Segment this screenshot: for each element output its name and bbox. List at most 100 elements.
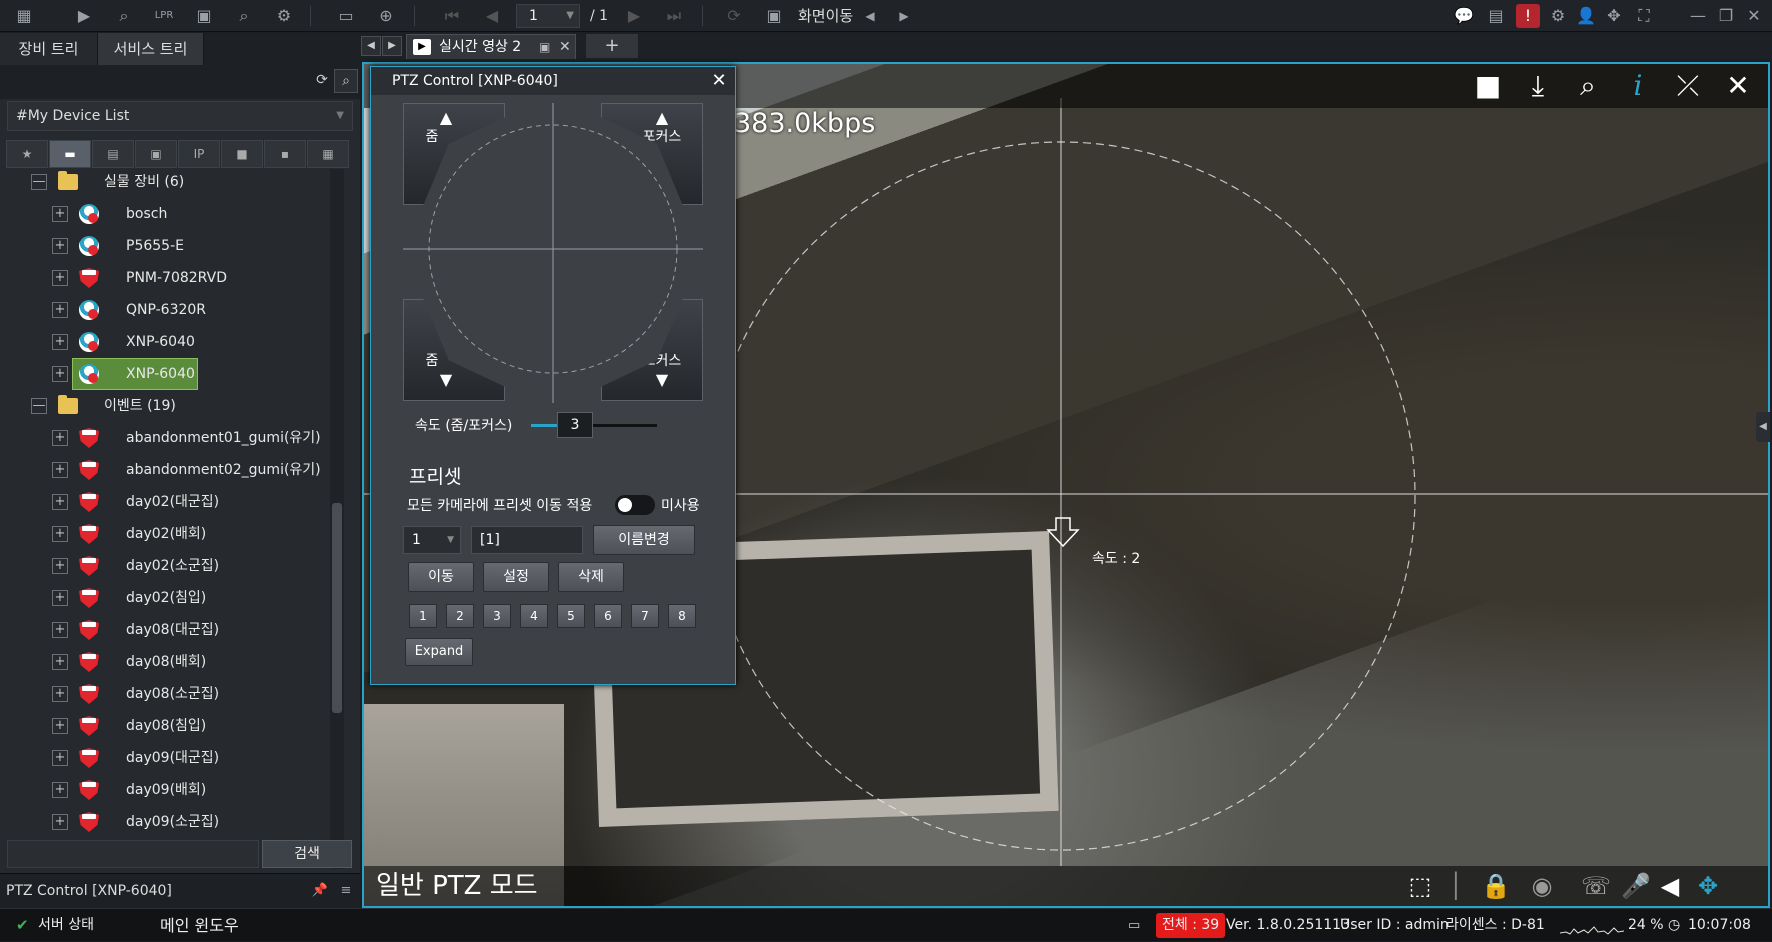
close-icon[interactable]: ✕	[1742, 4, 1766, 28]
rename-button[interactable]: 이름변경	[593, 525, 695, 555]
info-icon[interactable]: i	[1618, 66, 1658, 106]
chat-icon[interactable]: 💬	[1452, 4, 1476, 28]
tab-device-tree[interactable]: 장비 트리	[0, 33, 98, 65]
expand-icon[interactable]: +	[52, 718, 68, 734]
server-status[interactable]: 서버 상태	[38, 909, 94, 942]
event-search-icon[interactable]: ⌕	[232, 4, 256, 28]
expand-icon[interactable]: +	[52, 590, 68, 606]
screen-prev-icon[interactable]: ◀	[858, 4, 882, 28]
expand-icon[interactable]: +	[52, 622, 68, 638]
call-icon[interactable]: ☏	[1578, 866, 1614, 906]
tree-item[interactable]: + PNM-7082RVD	[0, 262, 336, 294]
tree-item[interactable]: + day08(배회)	[0, 646, 336, 678]
first-page-icon[interactable]: ⏮	[440, 4, 464, 28]
ptz-pad[interactable]: ▲ 줌 ▲ 포커스 줌 ▼ 포커스 ▼	[403, 103, 703, 403]
expand-icon[interactable]: +	[52, 366, 68, 382]
expand-icon[interactable]: +	[52, 334, 68, 350]
page-number-select[interactable]: 1 ▼	[516, 4, 580, 28]
favorites-tab-icon[interactable]: ★	[6, 140, 48, 168]
gear-icon[interactable]: ⚙	[1546, 4, 1570, 28]
minimize-icon[interactable]: —	[1686, 4, 1710, 28]
move-button[interactable]: 이동	[408, 562, 474, 592]
shrink-icon[interactable]: ⤫	[1668, 66, 1708, 106]
fullscreen-icon[interactable]: ⛶	[1632, 4, 1656, 28]
ip-tab[interactable]: IP	[178, 140, 220, 168]
lpr-icon[interactable]: LPR	[152, 4, 176, 28]
tab-live-video-2[interactable]: ▶ 실시간 영상 2 ▣ ✕	[406, 34, 576, 59]
tree-item[interactable]: + day02(침입)	[0, 582, 336, 614]
expand-icon[interactable]: +	[52, 494, 68, 510]
tree-item[interactable]: + P5655-E	[0, 230, 336, 262]
zoom-icon[interactable]: ⌕	[1568, 66, 1608, 106]
expand-icon[interactable]: +	[52, 302, 68, 318]
screen-icon[interactable]: ▣	[762, 4, 786, 28]
tab-service-tree[interactable]: 서비스 트리	[98, 33, 204, 65]
tree-item[interactable]: + XNP-6040	[0, 326, 336, 358]
playback-search-icon[interactable]: ⌕	[112, 4, 136, 28]
expand-icon[interactable]: +	[52, 686, 68, 702]
tree-search-input[interactable]	[7, 840, 259, 868]
search-button[interactable]: 검색	[262, 840, 352, 868]
preset-name-input[interactable]: [1]	[471, 526, 583, 554]
live-video-icon[interactable]: ▶	[72, 4, 96, 28]
microphone-icon[interactable]: 🎤	[1618, 866, 1654, 906]
preset-1-button[interactable]: 1	[409, 604, 437, 628]
settings-search-icon[interactable]: ⚙	[272, 4, 296, 28]
side-panel-toggle-icon[interactable]: ◀	[1756, 412, 1770, 442]
preset-8-button[interactable]: 8	[668, 604, 696, 628]
grid-menu-icon[interactable]: ▦	[12, 4, 36, 28]
calendar-icon[interactable]: ▣	[192, 4, 216, 28]
tree-item-selected[interactable]: + XNP-6040	[0, 358, 336, 390]
device-list-select[interactable]: #My Device List ▼	[7, 101, 353, 131]
prev-page-icon[interactable]: ◀	[480, 4, 504, 28]
tree-item[interactable]: + abandonment01_gumi(유기)	[0, 422, 336, 454]
delete-button[interactable]: 삭제	[558, 562, 624, 592]
tree-item[interactable]: + day02(대군집)	[0, 486, 336, 518]
expand-icon[interactable]: +	[52, 558, 68, 574]
tree-item[interactable]: + day08(침입)	[0, 710, 336, 742]
refresh-icon[interactable]: ⟳	[310, 69, 334, 93]
expand-icon[interactable]: +	[52, 750, 68, 766]
tree-item[interactable]: + day09(배회)	[0, 774, 336, 806]
speed-slider[interactable]: 3	[531, 412, 657, 438]
alarm-icon[interactable]: !	[1516, 4, 1540, 28]
ptz-move-icon[interactable]: ✥	[1690, 866, 1726, 906]
expand-icon[interactable]: +	[52, 206, 68, 222]
search-icon[interactable]: ⌕	[334, 69, 358, 93]
area-zoom-icon[interactable]: ⬚	[1402, 866, 1438, 906]
tree-item[interactable]: + day08(대군집)	[0, 614, 336, 646]
preset-6-button[interactable]: 6	[594, 604, 622, 628]
tree-item[interactable]: + day02(배회)	[0, 518, 336, 550]
tab-scroll-right-icon[interactable]: ▶	[382, 36, 402, 56]
tab-scroll-left-icon[interactable]: ◀	[361, 36, 381, 56]
server-tab-icon[interactable]: ▤	[92, 140, 134, 168]
expand-icon[interactable]: +	[52, 462, 68, 478]
refresh-layout-icon[interactable]: ⟳	[722, 4, 746, 28]
total-events-badge[interactable]: 전체 : 39	[1156, 913, 1226, 938]
expand-icon[interactable]: +	[52, 654, 68, 670]
tab-close-icon[interactable]: ✕	[559, 35, 571, 59]
preset-3-button[interactable]: 3	[483, 604, 511, 628]
move-icon[interactable]: ✥	[1602, 4, 1626, 28]
preset-5-button[interactable]: 5	[557, 604, 585, 628]
menu-icon[interactable]: ≡	[334, 879, 358, 903]
message-icon[interactable]: ▤	[1484, 4, 1508, 28]
preset-4-button[interactable]: 4	[520, 604, 548, 628]
apply-all-toggle[interactable]	[615, 495, 655, 515]
tree-item[interactable]: + bosch	[0, 198, 336, 230]
tree-item[interactable]: + day02(소군집)	[0, 550, 336, 582]
expand-icon[interactable]: +	[52, 526, 68, 542]
expand-icon[interactable]: +	[52, 430, 68, 446]
pin-icon[interactable]: 📌	[308, 879, 332, 903]
camera-tab-icon[interactable]: ■	[221, 140, 263, 168]
device-tab-icon[interactable]: ▦	[307, 140, 349, 168]
map-tab-icon[interactable]: ▣	[135, 140, 177, 168]
tree-item[interactable]: + day09(소군집)	[0, 806, 336, 838]
tree-item[interactable]: + day09(대군집)	[0, 742, 336, 774]
restore-icon[interactable]: ❐	[1714, 4, 1738, 28]
expand-button[interactable]: Expand	[405, 638, 473, 666]
expand-icon[interactable]: +	[52, 782, 68, 798]
set-button[interactable]: 설정	[483, 562, 549, 592]
expand-icon[interactable]: +	[52, 814, 68, 830]
preset-number-select[interactable]: 1 ▼	[403, 526, 461, 554]
